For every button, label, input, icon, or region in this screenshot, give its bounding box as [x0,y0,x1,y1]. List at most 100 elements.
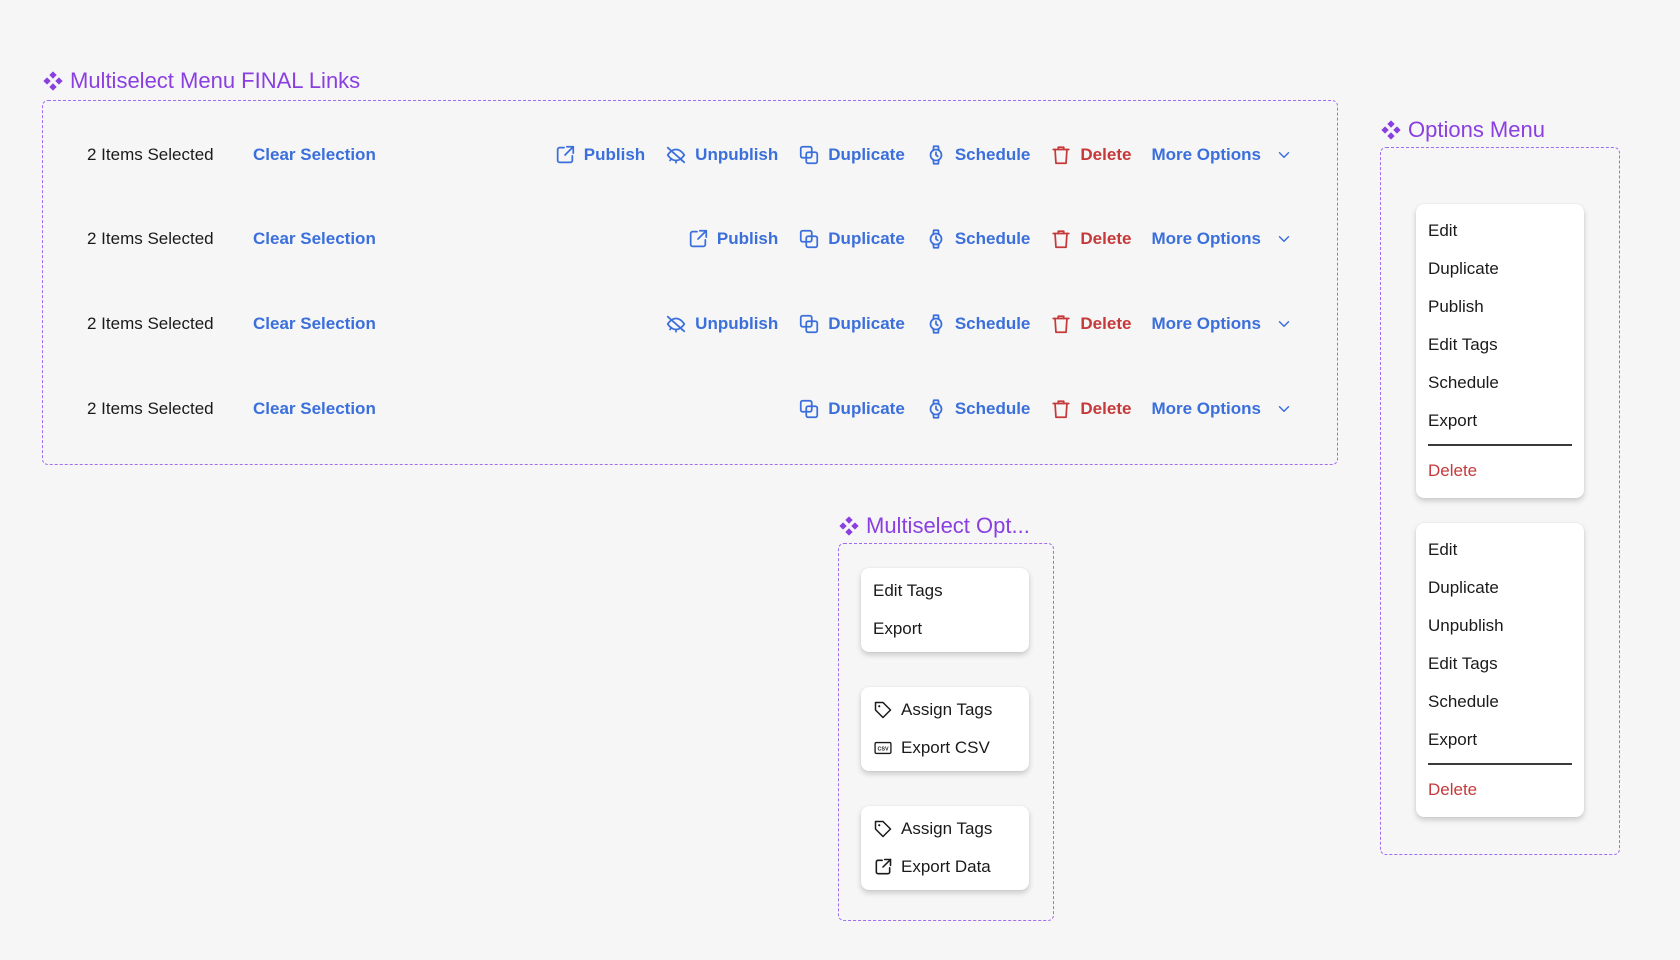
menu-item-edit[interactable]: Edit [1416,531,1584,569]
tag-icon [873,700,893,720]
more-options-button[interactable]: More Options [1151,399,1293,419]
multiselect-options-menu-3: Assign Tags Export Data [861,806,1029,890]
selected-count: 2 Items Selected [87,145,214,164]
schedule-label: Schedule [954,229,1031,248]
duplicate-icon [798,228,820,250]
menu-item-export[interactable]: Export [861,610,1029,648]
more-options-button[interactable]: More Options [1151,229,1293,249]
menu-item-edit[interactable]: Edit [1416,212,1584,250]
trash-icon [1050,228,1072,250]
menu-item-publish[interactable]: Publish [1416,288,1584,326]
options-set-title-text: Options Menu [1408,117,1545,142]
options-menu-1: Edit Duplicate Publish Edit Tags Schedul… [1416,204,1584,498]
schedule-label: Schedule [954,314,1031,333]
schedule-button[interactable]: Schedule [925,144,1031,166]
external-link-icon [554,144,576,166]
bar-actions: Unpublish Duplicate Schedule Delete More… [645,313,1293,335]
watch-icon [925,398,947,420]
selected-count: 2 Items Selected [87,229,214,248]
watch-icon [925,144,947,166]
clear-selection-link[interactable]: Clear Selection [253,399,376,419]
duplicate-label: Duplicate [828,145,905,164]
component-icon [1380,119,1402,141]
more-options-label: More Options [1151,145,1261,164]
component-icon [42,70,64,92]
delete-label: Delete [1080,399,1132,418]
options-menu-2: Edit Duplicate Unpublish Edit Tags Sched… [1416,523,1584,817]
menu-divider [1428,444,1572,446]
eye-off-icon [665,144,687,166]
delete-button[interactable]: Delete [1050,228,1131,250]
publish-button[interactable]: Publish [554,144,645,166]
clear-selection-link[interactable]: Clear Selection [253,145,376,165]
chevron-down-icon [1275,146,1293,164]
more-options-label: More Options [1151,229,1261,248]
watch-icon [925,313,947,335]
menu-item-unpublish[interactable]: Unpublish [1416,607,1584,645]
trash-icon [1050,313,1072,335]
unpublish-button[interactable]: Unpublish [665,144,778,166]
duplicate-icon [798,398,820,420]
external-link-icon [687,228,709,250]
duplicate-button[interactable]: Duplicate [798,228,905,250]
delete-button[interactable]: Delete [1050,313,1131,335]
duplicate-label: Duplicate [828,229,905,248]
menu-item-duplicate[interactable]: Duplicate [1416,569,1584,607]
menu-item-schedule[interactable]: Schedule [1416,683,1584,721]
menu-item-edit-tags[interactable]: Edit Tags [1416,645,1584,683]
delete-label: Delete [1080,314,1132,333]
multiselect-options-frame: Edit Tags Export Assign Tags Export CSV … [838,543,1054,921]
schedule-label: Schedule [954,145,1031,164]
duplicate-button[interactable]: Duplicate [798,398,905,420]
tag-icon [873,819,893,839]
menu-item-assign-tags[interactable]: Assign Tags [861,691,1029,729]
menu-item-delete[interactable]: Delete [1416,452,1584,490]
clear-selection-link[interactable]: Clear Selection [253,229,376,249]
multiselect-options-set-title: Multiselect Opt... [838,513,1030,539]
unpublish-button[interactable]: Unpublish [665,313,778,335]
multiselect-bar-3: 2 Items Selected Clear Selection Unpubli… [87,304,1293,344]
links-set-title: Multiselect Menu FINAL Links [42,68,360,94]
clear-selection-link[interactable]: Clear Selection [253,314,376,334]
delete-button[interactable]: Delete [1050,398,1131,420]
duplicate-icon [798,144,820,166]
chevron-down-icon [1275,315,1293,333]
menu-item-export[interactable]: Export [1416,402,1584,440]
csv-icon [873,738,893,758]
trash-icon [1050,144,1072,166]
publish-button[interactable]: Publish [687,228,778,250]
menu-item-label: Export CSV [901,738,990,757]
multiselect-bar-1: 2 Items Selected Clear Selection Publish… [87,135,1293,175]
multiselect-options-menu-2: Assign Tags Export CSV [861,687,1029,771]
eye-off-icon [665,313,687,335]
multiselect-options-menu-1: Edit Tags Export [861,568,1029,652]
schedule-button[interactable]: Schedule [925,228,1031,250]
delete-label: Delete [1080,229,1132,248]
options-frame: Edit Duplicate Publish Edit Tags Schedul… [1380,147,1620,855]
bar-actions: Duplicate Schedule Delete More Options [778,398,1293,420]
duplicate-button[interactable]: Duplicate [798,144,905,166]
schedule-button[interactable]: Schedule [925,313,1031,335]
multiselect-options-set-title-text: Multiselect Opt... [866,513,1030,538]
trash-icon [1050,398,1072,420]
delete-button[interactable]: Delete [1050,144,1131,166]
menu-item-edit-tags[interactable]: Edit Tags [1416,326,1584,364]
menu-item-export[interactable]: Export [1416,721,1584,759]
menu-item-export-data[interactable]: Export Data [861,848,1029,886]
schedule-button[interactable]: Schedule [925,398,1030,420]
menu-item-delete[interactable]: Delete [1416,771,1584,809]
delete-label: Delete [1080,145,1132,164]
publish-label: Publish [583,145,646,164]
duplicate-button[interactable]: Duplicate [798,313,905,335]
more-options-button[interactable]: More Options [1151,314,1293,334]
more-options-label: More Options [1151,399,1261,418]
external-link-icon [873,857,893,877]
menu-item-duplicate[interactable]: Duplicate [1416,250,1584,288]
menu-item-assign-tags[interactable]: Assign Tags [861,810,1029,848]
menu-item-export-csv[interactable]: Export CSV [861,729,1029,767]
menu-item-label: Assign Tags [901,819,993,838]
menu-item-edit-tags[interactable]: Edit Tags [861,572,1029,610]
menu-item-schedule[interactable]: Schedule [1416,364,1584,402]
selected-count: 2 Items Selected [87,314,214,333]
more-options-button[interactable]: More Options [1151,145,1293,165]
